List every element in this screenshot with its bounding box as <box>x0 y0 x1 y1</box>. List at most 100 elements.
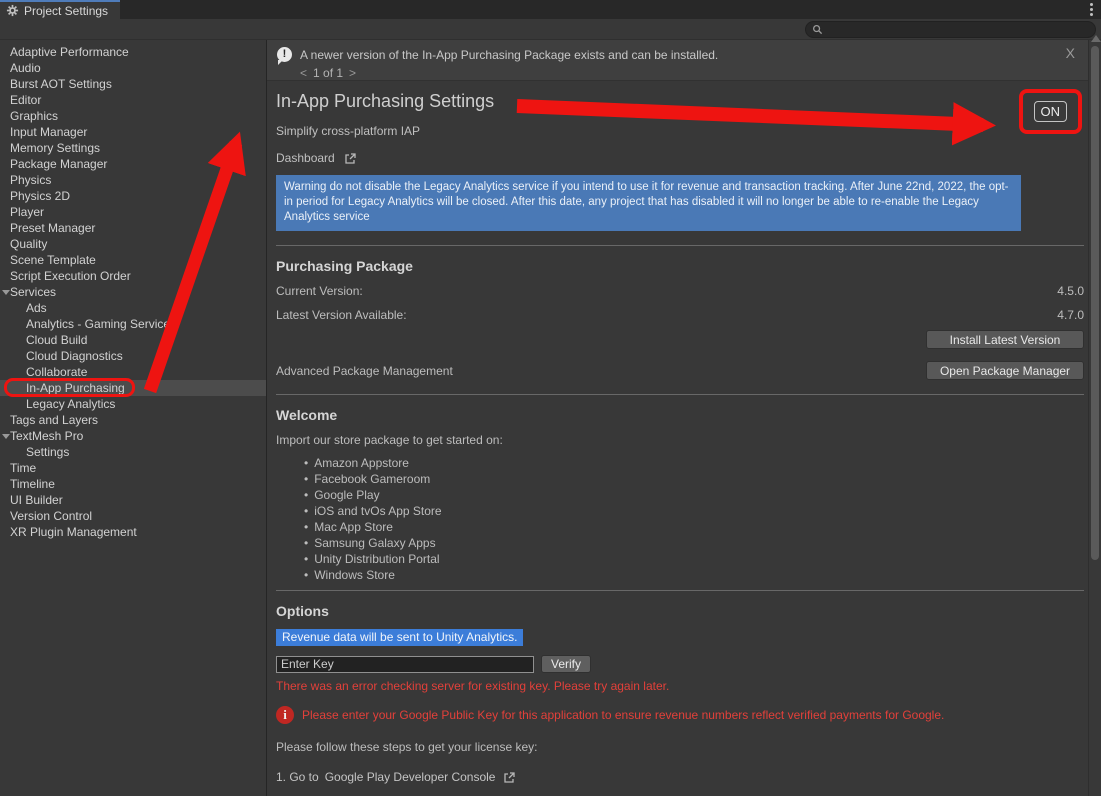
sidebar-item-editor[interactable]: Editor <box>0 92 266 108</box>
sidebar-item-script-execution-order[interactable]: Script Execution Order <box>0 268 266 284</box>
current-version-label: Current Version: <box>276 284 363 298</box>
scroll-up-arrow-icon[interactable] <box>1091 35 1101 42</box>
sidebar-item-label: In-App Purchasing <box>26 380 125 396</box>
open-package-manager-button[interactable]: Open Package Manager <box>926 361 1084 380</box>
search-input[interactable] <box>805 21 1096 38</box>
section-divider <box>276 245 1084 246</box>
install-latest-version-button[interactable]: Install Latest Version <box>926 330 1084 349</box>
sidebar-item-quality[interactable]: Quality <box>0 236 266 252</box>
sidebar-item-label: Cloud Diagnostics <box>26 348 123 364</box>
license-step-1: 1. Go to Google Play Developer Console <box>276 770 1084 784</box>
search-icon <box>812 24 823 35</box>
sidebar-item-package-manager[interactable]: Package Manager <box>0 156 266 172</box>
store-list: •Amazon Appstore•Facebook Gameroom•Googl… <box>276 455 1084 583</box>
sidebar-item-scene-template[interactable]: Scene Template <box>0 252 266 268</box>
revenue-analytics-note: Revenue data will be sent to Unity Analy… <box>276 629 523 646</box>
latest-version-label: Latest Version Available: <box>276 308 407 322</box>
kebab-menu-icon[interactable] <box>1090 3 1093 16</box>
google-key-input[interactable] <box>276 656 534 673</box>
sidebar-item-time[interactable]: Time <box>0 460 266 476</box>
banner-close-button[interactable]: X <box>1066 45 1075 61</box>
sidebar-item-version-control[interactable]: Version Control <box>0 508 266 524</box>
section-divider <box>276 590 1084 591</box>
iap-enabled-toggle[interactable]: ON <box>1034 101 1068 122</box>
in-app-purchasing-content: In-App Purchasing Settings ON Simplify c… <box>267 81 1088 796</box>
sidebar-item-memory-settings[interactable]: Memory Settings <box>0 140 266 156</box>
page-subtitle: Simplify cross-platform IAP <box>276 124 1084 138</box>
pager-next-button[interactable]: > <box>349 66 356 80</box>
sidebar-item-physics[interactable]: Physics <box>0 172 266 188</box>
foldout-expanded-icon[interactable] <box>2 434 10 439</box>
advanced-package-label: Advanced Package Management <box>276 364 453 378</box>
banner-message: A newer version of the In-App Purchasing… <box>300 48 718 62</box>
notification-bubble-icon: ! <box>277 47 292 62</box>
pager-prev-button[interactable]: < <box>300 66 307 80</box>
sidebar-item-label: Settings <box>26 444 69 460</box>
key-check-error-text: There was an error checking server for e… <box>276 679 1084 693</box>
external-link-icon <box>503 771 516 784</box>
store-list-item: •iOS and tvOs App Store <box>304 503 1084 519</box>
sidebar-item-graphics[interactable]: Graphics <box>0 108 266 124</box>
sidebar-item-preset-manager[interactable]: Preset Manager <box>0 220 266 236</box>
sidebar-item-burst-aot-settings[interactable]: Burst AOT Settings <box>0 76 266 92</box>
sidebar-item-label: Ads <box>26 300 47 316</box>
sidebar-item-in-app-purchasing[interactable]: In-App Purchasing <box>0 380 266 396</box>
sidebar-item-label: Cloud Build <box>26 332 87 348</box>
sidebar-item-label: Burst AOT Settings <box>10 76 112 92</box>
dashboard-link[interactable]: Dashboard <box>276 151 357 165</box>
store-list-item: •Windows Store <box>304 567 1084 583</box>
sidebar-item-cloud-build[interactable]: Cloud Build <box>0 332 266 348</box>
sidebar-item-tags-and-layers[interactable]: Tags and Layers <box>0 412 266 428</box>
pager-label: 1 of 1 <box>313 66 343 80</box>
sidebar-item-collaborate[interactable]: Collaborate <box>0 364 266 380</box>
sidebar-item-legacy-analytics[interactable]: Legacy Analytics <box>0 396 266 412</box>
sidebar-item-label: UI Builder <box>10 492 63 508</box>
sidebar-item-analytics-gaming-services[interactable]: Analytics - Gaming Services <box>0 316 266 332</box>
store-list-item: •Google Play <box>304 487 1084 503</box>
external-link-icon <box>344 152 357 165</box>
sidebar-item-label: Physics <box>10 172 51 188</box>
sidebar-item-label: Timeline <box>10 476 55 492</box>
sidebar-item-timeline[interactable]: Timeline <box>0 476 266 492</box>
sidebar-item-player[interactable]: Player <box>0 204 266 220</box>
sidebar-item-audio[interactable]: Audio <box>0 60 266 76</box>
sidebar-item-physics-2d[interactable]: Physics 2D <box>0 188 266 204</box>
sidebar-item-label: Script Execution Order <box>10 268 131 284</box>
sidebar-item-label: Adaptive Performance <box>10 44 129 60</box>
banner-pager: < 1 of 1 > <box>300 66 1078 80</box>
sidebar-item-textmesh-pro[interactable]: TextMesh Pro <box>0 428 266 444</box>
scrollbar-thumb[interactable] <box>1091 46 1099 560</box>
current-version-value: 4.5.0 <box>1057 284 1084 298</box>
vertical-scrollbar[interactable] <box>1088 40 1101 796</box>
latest-version-row: Latest Version Available: 4.7.0 <box>276 308 1084 322</box>
sidebar-item-label: Quality <box>10 236 47 252</box>
sidebar-item-label: Package Manager <box>10 156 107 172</box>
sidebar-item-input-manager[interactable]: Input Manager <box>0 124 266 140</box>
sidebar-item-label: Graphics <box>10 108 58 124</box>
sidebar-item-label: Preset Manager <box>10 220 95 236</box>
google-play-console-link[interactable]: Google Play Developer Console <box>325 770 496 784</box>
sidebar-item-label: Legacy Analytics <box>26 396 115 412</box>
sidebar-item-label: XR Plugin Management <box>10 524 137 540</box>
sidebar-item-label: Version Control <box>10 508 92 524</box>
sidebar-item-xr-plugin-management[interactable]: XR Plugin Management <box>0 524 266 540</box>
legacy-analytics-warning: Warning do not disable the Legacy Analyt… <box>276 175 1021 231</box>
sidebar-item-services[interactable]: Services <box>0 284 266 300</box>
sidebar-item-label: Player <box>10 204 44 220</box>
sidebar-item-ui-builder[interactable]: UI Builder <box>0 492 266 508</box>
sidebar-item-cloud-diagnostics[interactable]: Cloud Diagnostics <box>0 348 266 364</box>
sidebar-item-adaptive-performance[interactable]: Adaptive Performance <box>0 44 266 60</box>
sidebar-item-label: Collaborate <box>26 364 87 380</box>
foldout-expanded-icon[interactable] <box>2 290 10 295</box>
store-list-item: •Mac App Store <box>304 519 1084 535</box>
tab-project-settings[interactable]: Project Settings <box>0 0 120 19</box>
advanced-package-row: Advanced Package Management Open Package… <box>276 361 1084 380</box>
sidebar-item-label: Physics 2D <box>10 188 70 204</box>
sidebar-item-settings[interactable]: Settings <box>0 444 266 460</box>
store-list-item: •Facebook Gameroom <box>304 471 1084 487</box>
verify-button[interactable]: Verify <box>541 655 591 673</box>
purchasing-package-heading: Purchasing Package <box>276 258 1084 274</box>
sidebar-item-label: Analytics - Gaming Services <box>26 316 176 332</box>
sidebar-item-ads[interactable]: Ads <box>0 300 266 316</box>
store-list-item: •Samsung Galaxy Apps <box>304 535 1084 551</box>
